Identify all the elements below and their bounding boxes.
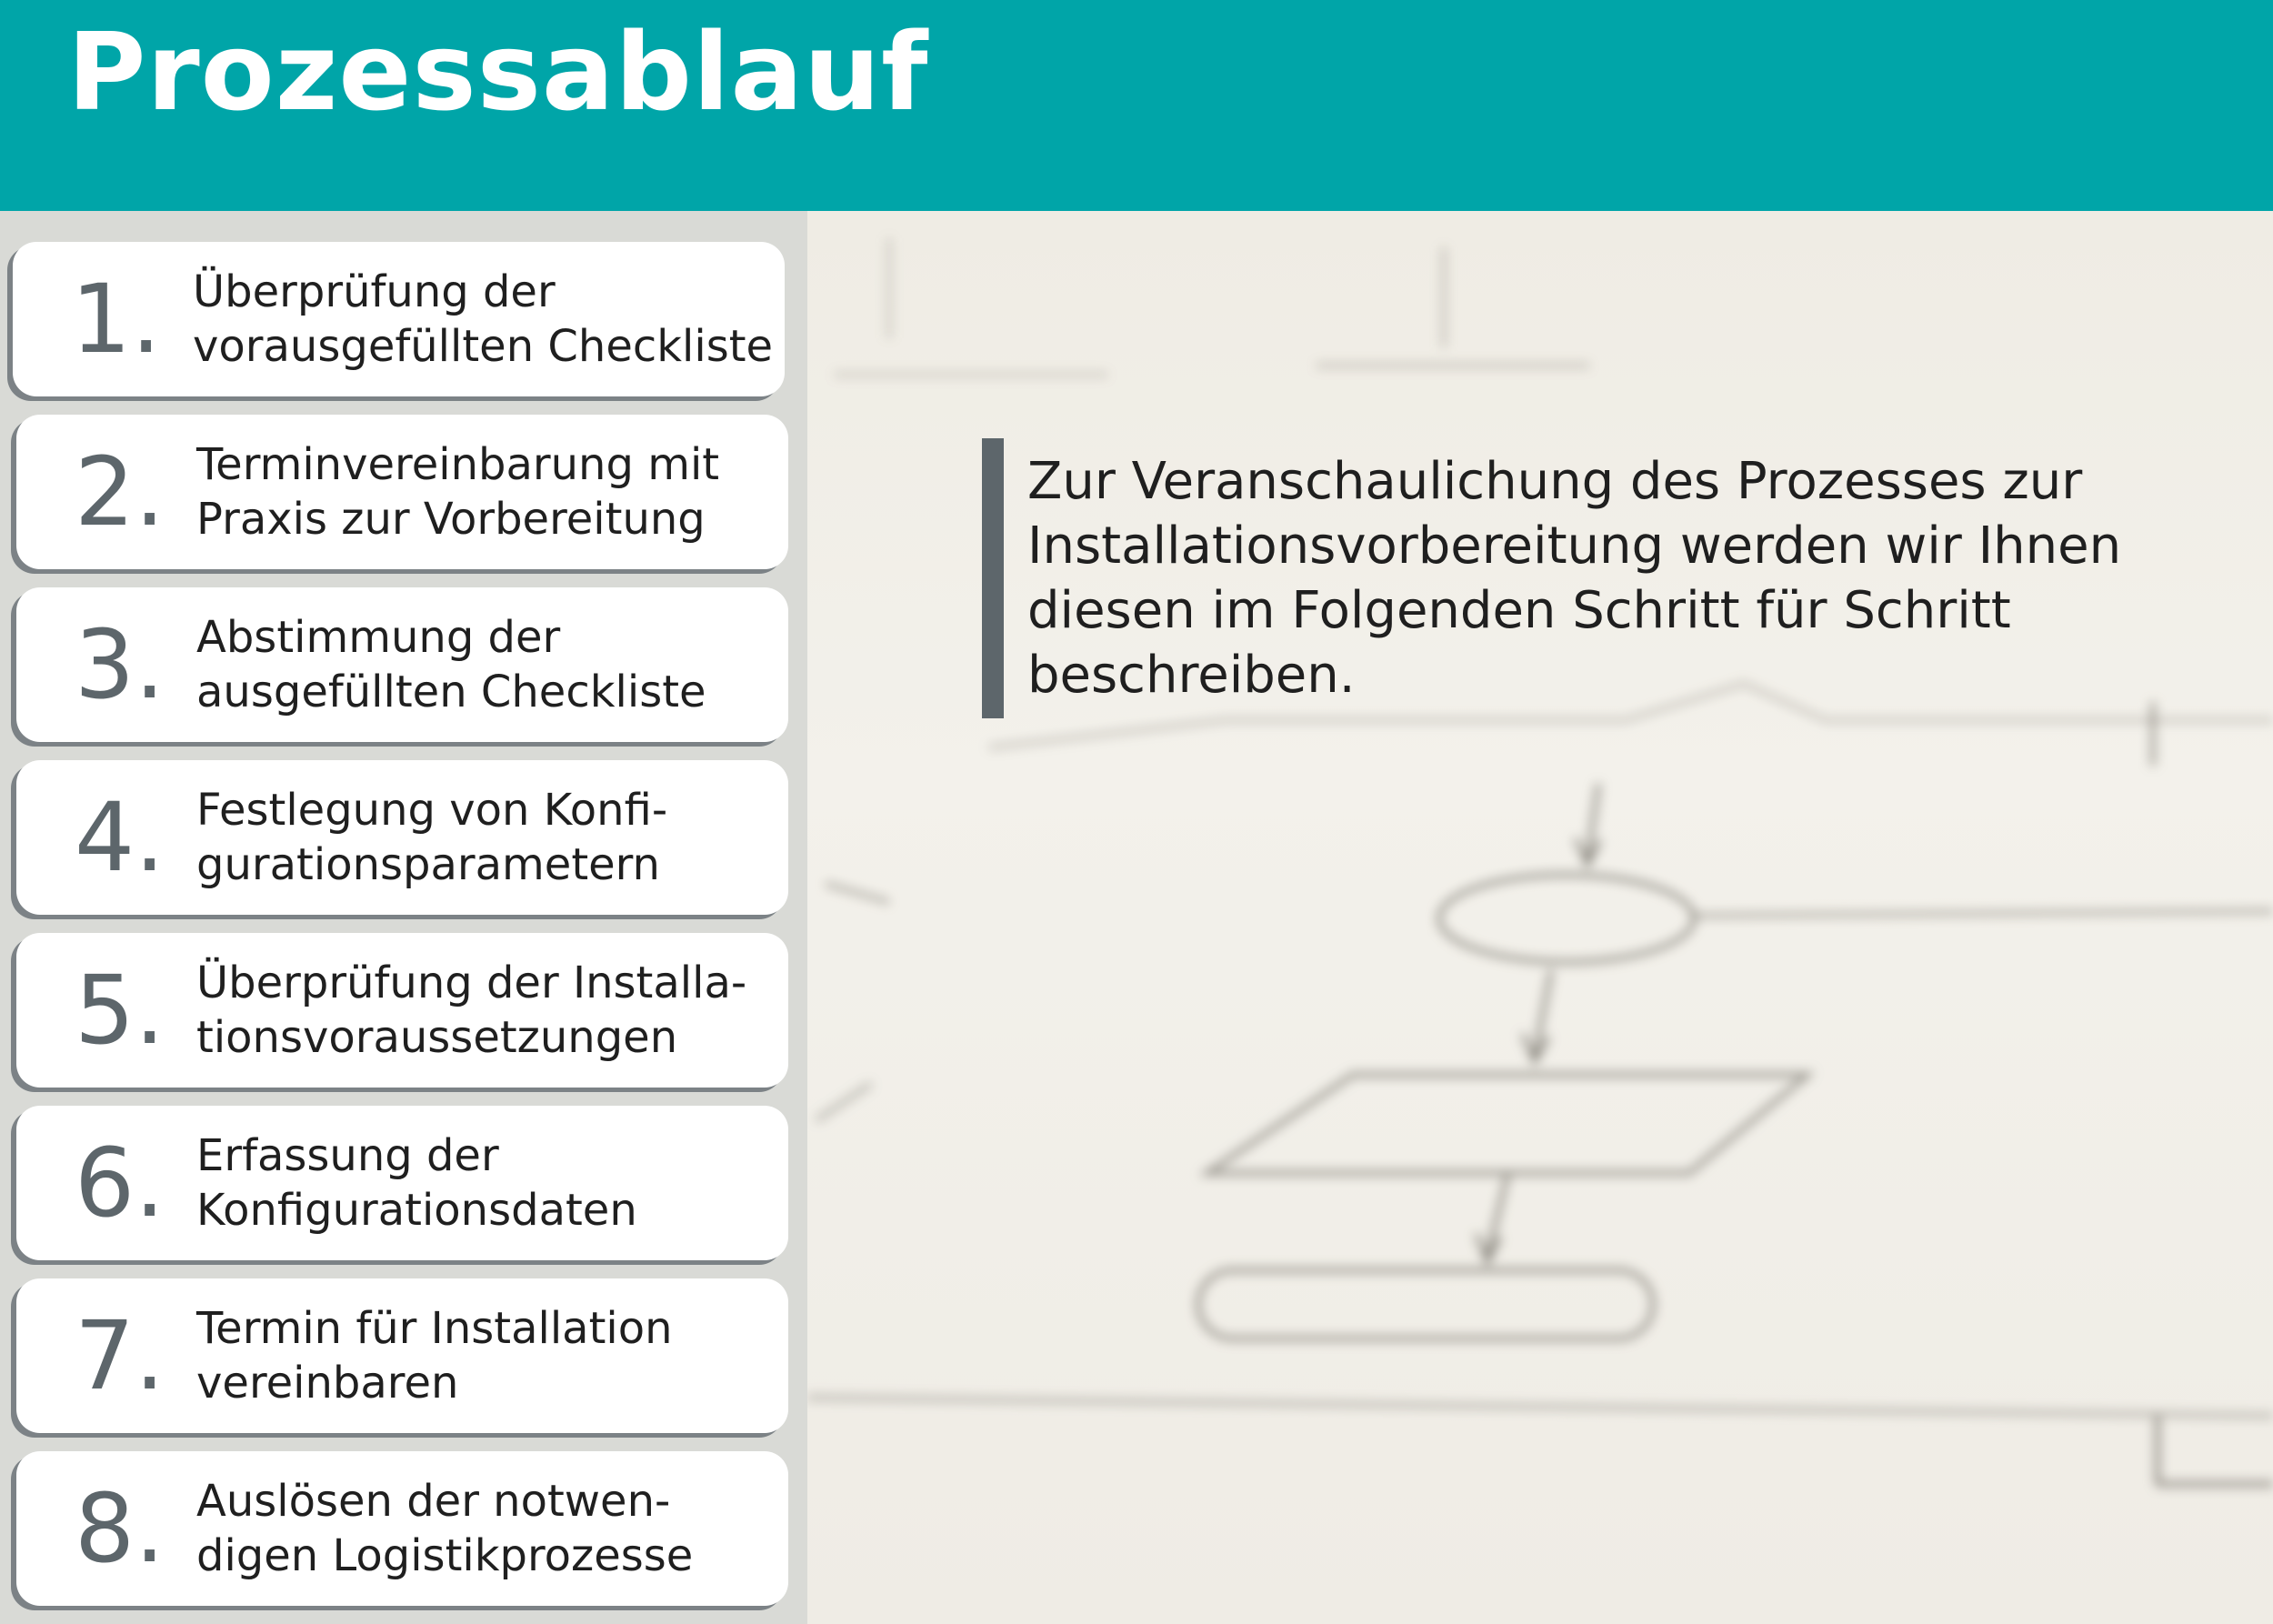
step-item: 1. Überprüfung der vorausgefüllten Check… xyxy=(13,242,785,396)
step-label: Terminvereinbarung mit Praxis zur Vorber… xyxy=(196,439,720,545)
step-item: 5. Überprüfung der Installa- tionsvoraus… xyxy=(16,933,788,1088)
step-label: Festlegung von Konfi- gurationsparameter… xyxy=(196,785,668,890)
flowchart-sketch-icon xyxy=(807,238,2273,1487)
step-number: 8. xyxy=(75,1473,165,1584)
step-label: Erfassung der Konfigurationsdaten xyxy=(196,1130,637,1236)
step-number: 1. xyxy=(71,264,162,375)
intro-paragraph: Zur Veranschaulichung des Prozesses zur … xyxy=(1027,452,2122,705)
step-label: Abstimmung der ausgefüllten Checkliste xyxy=(196,612,706,717)
step-item: 8. Auslösen der notwen- digen Logistikpr… xyxy=(16,1451,788,1606)
step-label: Überprüfung der vorausgefüllten Checklis… xyxy=(193,266,774,372)
step-number: 6. xyxy=(75,1128,165,1238)
step-label: Auslösen der notwen- digen Logistikproze… xyxy=(196,1476,694,1581)
step-item: 3. Abstimmung der ausgefüllten Checklist… xyxy=(16,587,788,742)
flowchart-background xyxy=(807,211,2273,1624)
step-number: 5. xyxy=(75,955,165,1066)
header-banner: Prozessablauf xyxy=(0,0,2273,211)
step-number: 4. xyxy=(75,782,165,893)
step-number: 7. xyxy=(75,1300,165,1411)
page-title: Prozessablauf xyxy=(67,9,929,135)
step-number: 3. xyxy=(75,609,165,720)
step-item: 4. Festlegung von Konfi- gurationsparame… xyxy=(16,760,788,915)
step-item: 6. Erfassung der Konfigurationsdaten xyxy=(16,1106,788,1260)
intro-accent-bar xyxy=(982,438,1004,718)
process-steps-list: 1. Überprüfung der vorausgefüllten Check… xyxy=(0,211,807,1624)
step-label: Termin für Installation vereinbaren xyxy=(196,1303,673,1408)
step-item: 2. Terminvereinbarung mit Praxis zur Vor… xyxy=(16,415,788,569)
step-item: 7. Termin für Installation vereinbaren xyxy=(16,1278,788,1433)
step-number: 2. xyxy=(75,436,165,547)
step-label: Überprüfung der Installa- tionsvorausset… xyxy=(196,957,747,1063)
